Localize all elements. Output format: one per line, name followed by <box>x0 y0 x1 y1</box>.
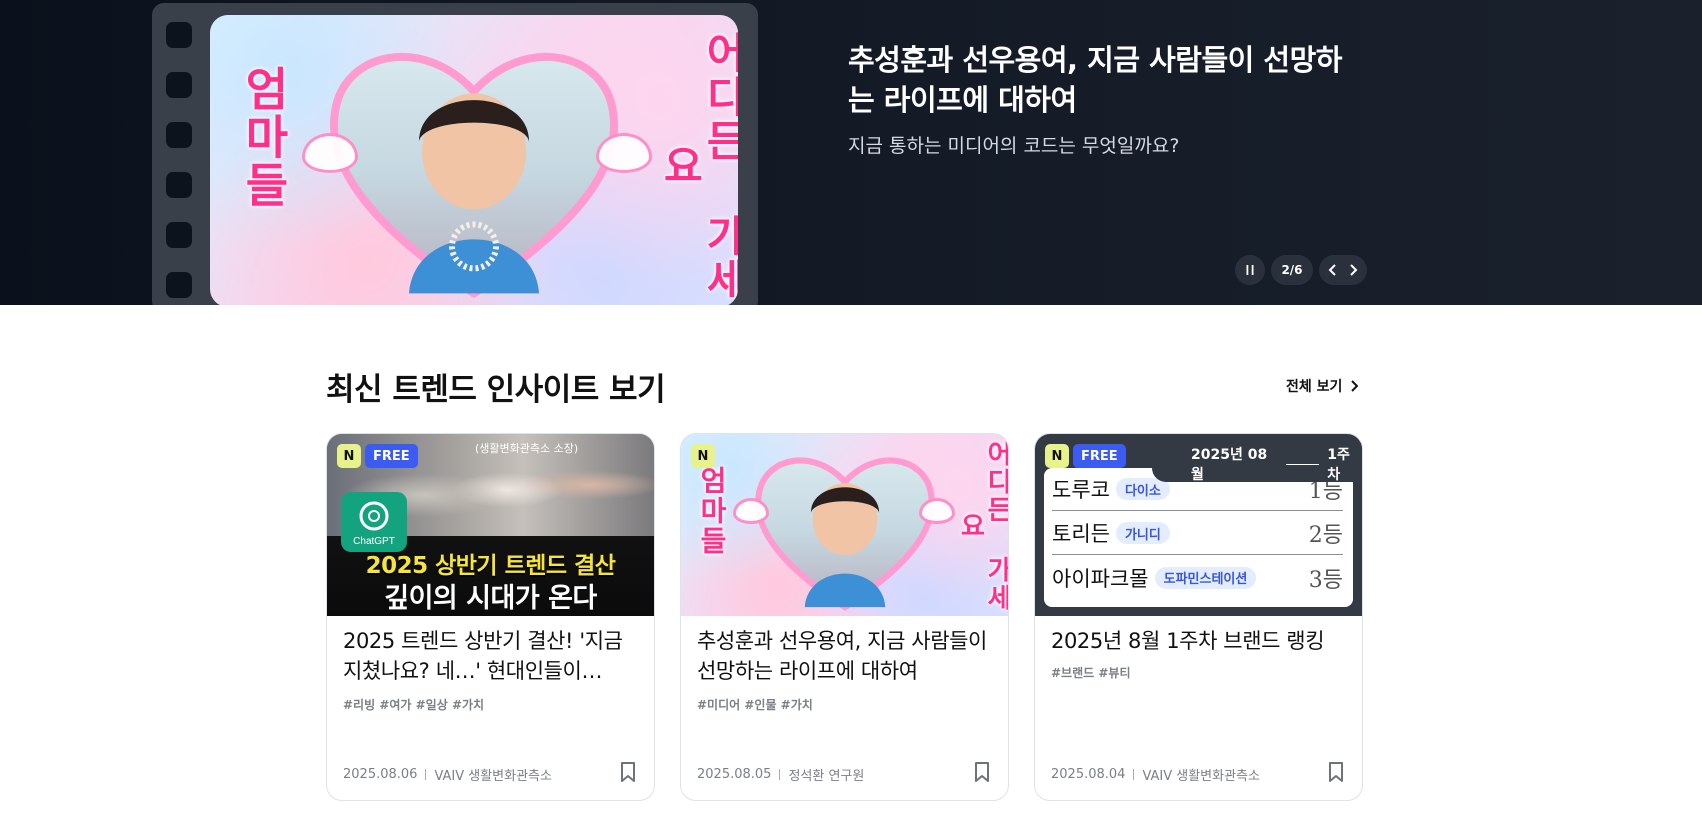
card-author: VAIV 생활변화관측소 <box>434 769 552 784</box>
wing-right <box>919 498 955 524</box>
chatgpt-logo: ChatGPT <box>341 492 407 552</box>
card-title[interactable]: 2025 트렌드 상반기 결산! '지금 지쳤나요? 네…' 현대인들이… <box>343 626 639 686</box>
ranking-row: 아이파크몰 도파민스테이션 3등 <box>1052 556 1343 599</box>
ranking-week: 1주차 <box>1327 447 1350 483</box>
filmstrip-holes <box>152 22 192 305</box>
ranking-position: 3등 <box>1308 567 1343 593</box>
meta-divider <box>425 769 427 780</box>
ranking-name: 도루코 <box>1052 478 1110 502</box>
card-meta: 2025.08.04 VAIV 생활변화관측소 <box>1051 765 1260 784</box>
hero-title[interactable]: 추성훈과 선우용여, 지금 사람들이 선망하는 라이프에 대하여 <box>848 40 1368 120</box>
new-badge: N <box>691 444 715 468</box>
chevron-right-icon <box>1351 380 1359 392</box>
wing-left <box>302 133 358 173</box>
heart-frame <box>754 457 935 611</box>
card-tags: #브랜드 #뷰티 <box>1051 666 1131 680</box>
insight-card[interactable]: 엄마들 어디든 가세요 N 추성훈과 선우용여, 지금 사람들이 선망하는 라이… <box>680 433 1009 801</box>
new-badge: N <box>1045 444 1069 468</box>
hero-image-text-right: 어디든 가세요 <box>655 30 738 302</box>
card-badges: N FREE <box>337 444 418 468</box>
thumb-headline-2: 깊이의 시대가 온다 <box>384 583 597 614</box>
free-badge: FREE <box>365 444 418 468</box>
card-title[interactable]: 2025년 8월 1주차 브랜드 랭킹 <box>1051 626 1347 656</box>
carousel-controls: 2/6 <box>1235 255 1367 285</box>
card-author: VAIV 생활변화관측소 <box>1142 769 1260 784</box>
chevron-left-icon[interactable] <box>1328 264 1338 276</box>
hero-banner[interactable]: 엄마들 어디든 가세요 추성훈과 선우용여, 지금 사람들이 선망하는 라이프에… <box>0 0 1702 305</box>
ranking-position: 2등 <box>1308 523 1343 548</box>
bookmark-icon[interactable] <box>1328 762 1344 782</box>
ranking-tag: 가니디 <box>1115 522 1170 544</box>
wing-right <box>596 133 652 173</box>
ranking-name: 아이파크몰 <box>1052 566 1149 591</box>
insight-card[interactable]: 도루코 다이소 1등 토리든 가니디 2등 아이파크몰 도파민스테이션 3등 2… <box>1034 433 1363 801</box>
thumb-caption: (생활변화관측소 소장) <box>475 442 579 455</box>
hero-subtitle: 지금 통하는 미디어의 코드는 무엇일까요? <box>848 135 1180 157</box>
chevron-right-icon[interactable] <box>1348 264 1358 276</box>
bookmark-icon[interactable] <box>974 762 990 782</box>
slide-nav <box>1319 255 1367 285</box>
pause-icon <box>1246 265 1254 275</box>
see-all-link[interactable]: 전체 보기 <box>1286 376 1359 396</box>
card-date: 2025.08.06 <box>343 767 418 782</box>
card-meta: 2025.08.05 정석환 연구원 <box>697 765 864 784</box>
ranking-period: 2025년 08월 <box>1191 447 1268 483</box>
heart-frame <box>329 53 619 299</box>
see-all-label: 전체 보기 <box>1286 379 1343 395</box>
hero-thumbnail[interactable]: 엄마들 어디든 가세요 <box>210 15 738 305</box>
new-badge: N <box>337 444 361 468</box>
section-title: 최신 트렌드 인사이트 보기 <box>326 372 666 408</box>
thumb-text-left: 엄마들 <box>695 466 729 556</box>
free-badge: FREE <box>1073 444 1126 468</box>
card-thumbnail: 엄마들 어디든 가세요 <box>681 434 1008 616</box>
slide-counter: 2/6 <box>1271 255 1313 285</box>
pause-button[interactable] <box>1235 255 1265 285</box>
thumb-text-right: 어디든 가세요 <box>955 440 1008 612</box>
card-title[interactable]: 추성훈과 선우용여, 지금 사람들이 선망하는 라이프에 대하여 <box>697 626 993 686</box>
card-tags: #미디어 #인물 #가치 <box>697 698 813 712</box>
ranking-header: 2025년 08월 1주차 <box>1191 444 1362 484</box>
wing-left <box>733 498 769 524</box>
card-author: 정석환 연구원 <box>788 769 865 784</box>
card-tags: #리빙 #여가 #일상 #가치 <box>343 698 485 712</box>
card-badges: N <box>691 444 715 468</box>
card-badges: N FREE <box>1045 444 1126 468</box>
ranking-row: 토리든 가니디 2등 <box>1052 512 1343 555</box>
card-date: 2025.08.05 <box>697 767 772 782</box>
ranking-panel: 도루코 다이소 1등 토리든 가니디 2등 아이파크몰 도파민스테이션 3등 <box>1044 468 1353 607</box>
insight-card[interactable]: (생활변화관측소 소장) ChatGPT 2025 상반기 트렌드 결산 깊이의… <box>326 433 655 801</box>
card-meta: 2025.08.06 VAIV 생활변화관측소 <box>343 765 552 784</box>
hero-image-text-left: 엄마들 <box>236 65 291 209</box>
thumb-headline-1: 2025 상반기 트렌드 결산 <box>365 553 616 579</box>
ranking-tag: 도파민스테이션 <box>1154 566 1257 589</box>
bookmark-icon[interactable] <box>620 762 636 782</box>
ranking-name: 토리든 <box>1052 522 1110 546</box>
card-date: 2025.08.04 <box>1051 767 1126 782</box>
meta-divider <box>779 769 781 780</box>
insight-card-list: (생활변화관측소 소장) ChatGPT 2025 상반기 트렌드 결산 깊이의… <box>326 433 1363 801</box>
meta-divider <box>1133 769 1135 780</box>
